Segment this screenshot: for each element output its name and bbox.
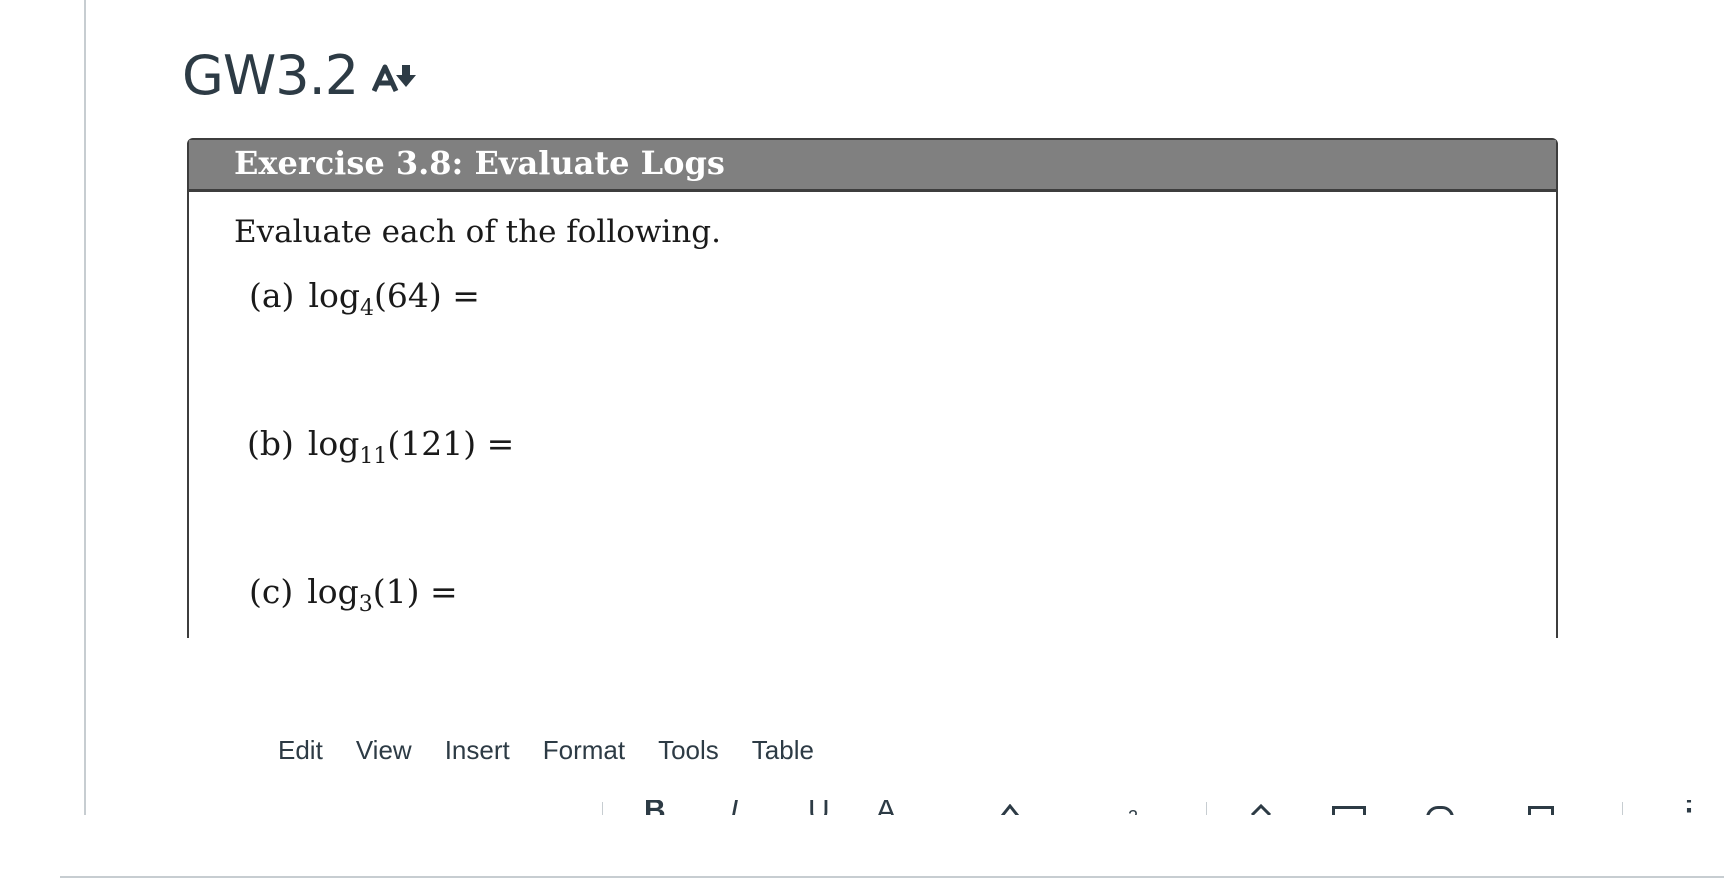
exercise-header: Exercise 3.8: Evaluate Logs [189,140,1556,192]
bold-button[interactable]: B [644,800,666,815]
toolbar-separator [1206,802,1207,815]
part-argument: (121) = [387,424,515,463]
text-download-icon[interactable] [372,63,418,93]
part-base: 11 [359,444,388,469]
part-argument: (1) = [372,572,458,611]
menu-format[interactable]: Format [543,732,625,768]
highlight-icon[interactable] [1000,804,1020,815]
menu-tools[interactable]: Tools [658,732,719,768]
part-argument: (64) = [373,276,480,315]
part-label: (b) [247,424,294,463]
exercise-part-b: (b) log11(121) = [247,422,515,469]
exercise-prompt: Evaluate each of the following. [234,214,722,250]
part-func: log [307,572,359,611]
superscript-button[interactable]: 2 [1128,802,1138,815]
italic-button[interactable]: I [730,800,738,815]
editor-toolbar: B I U A 2 ⋮ [270,800,1724,815]
media-icon[interactable] [1426,806,1454,815]
page-title: GW3.2 [182,44,359,107]
part-func: log [307,424,360,463]
menu-edit[interactable]: Edit [278,732,323,768]
toolbar-separator [602,802,603,815]
part-func: log [308,276,360,315]
editor-menu-bar: Edit View Insert Format Tools Table [278,732,847,768]
bottom-border [60,876,1724,878]
part-base: 3 [358,592,373,617]
menu-view[interactable]: View [356,732,412,768]
more-options-icon[interactable]: ⋮ [1674,800,1704,815]
exercise-image: Exercise 3.8: Evaluate Logs Evaluate eac… [187,138,1562,638]
exercise-part-c: (c) log3(1) = [249,570,458,617]
exercise-box: Exercise 3.8: Evaluate Logs Evaluate eac… [187,138,1558,638]
underline-button[interactable]: U [808,800,830,815]
link-icon[interactable] [1250,803,1272,815]
part-label: (c) [249,572,294,611]
image-icon[interactable] [1332,806,1366,815]
part-label: (a) [249,276,295,315]
exercise-part-a: (a) log4(64) = [249,274,480,321]
document-icon[interactable] [1528,806,1554,815]
menu-table[interactable]: Table [752,732,814,768]
content-left-border [84,0,86,815]
toolbar-separator [1622,802,1623,815]
text-color-button[interactable]: A [876,800,896,815]
menu-insert[interactable]: Insert [445,732,510,768]
part-base: 4 [359,296,374,321]
